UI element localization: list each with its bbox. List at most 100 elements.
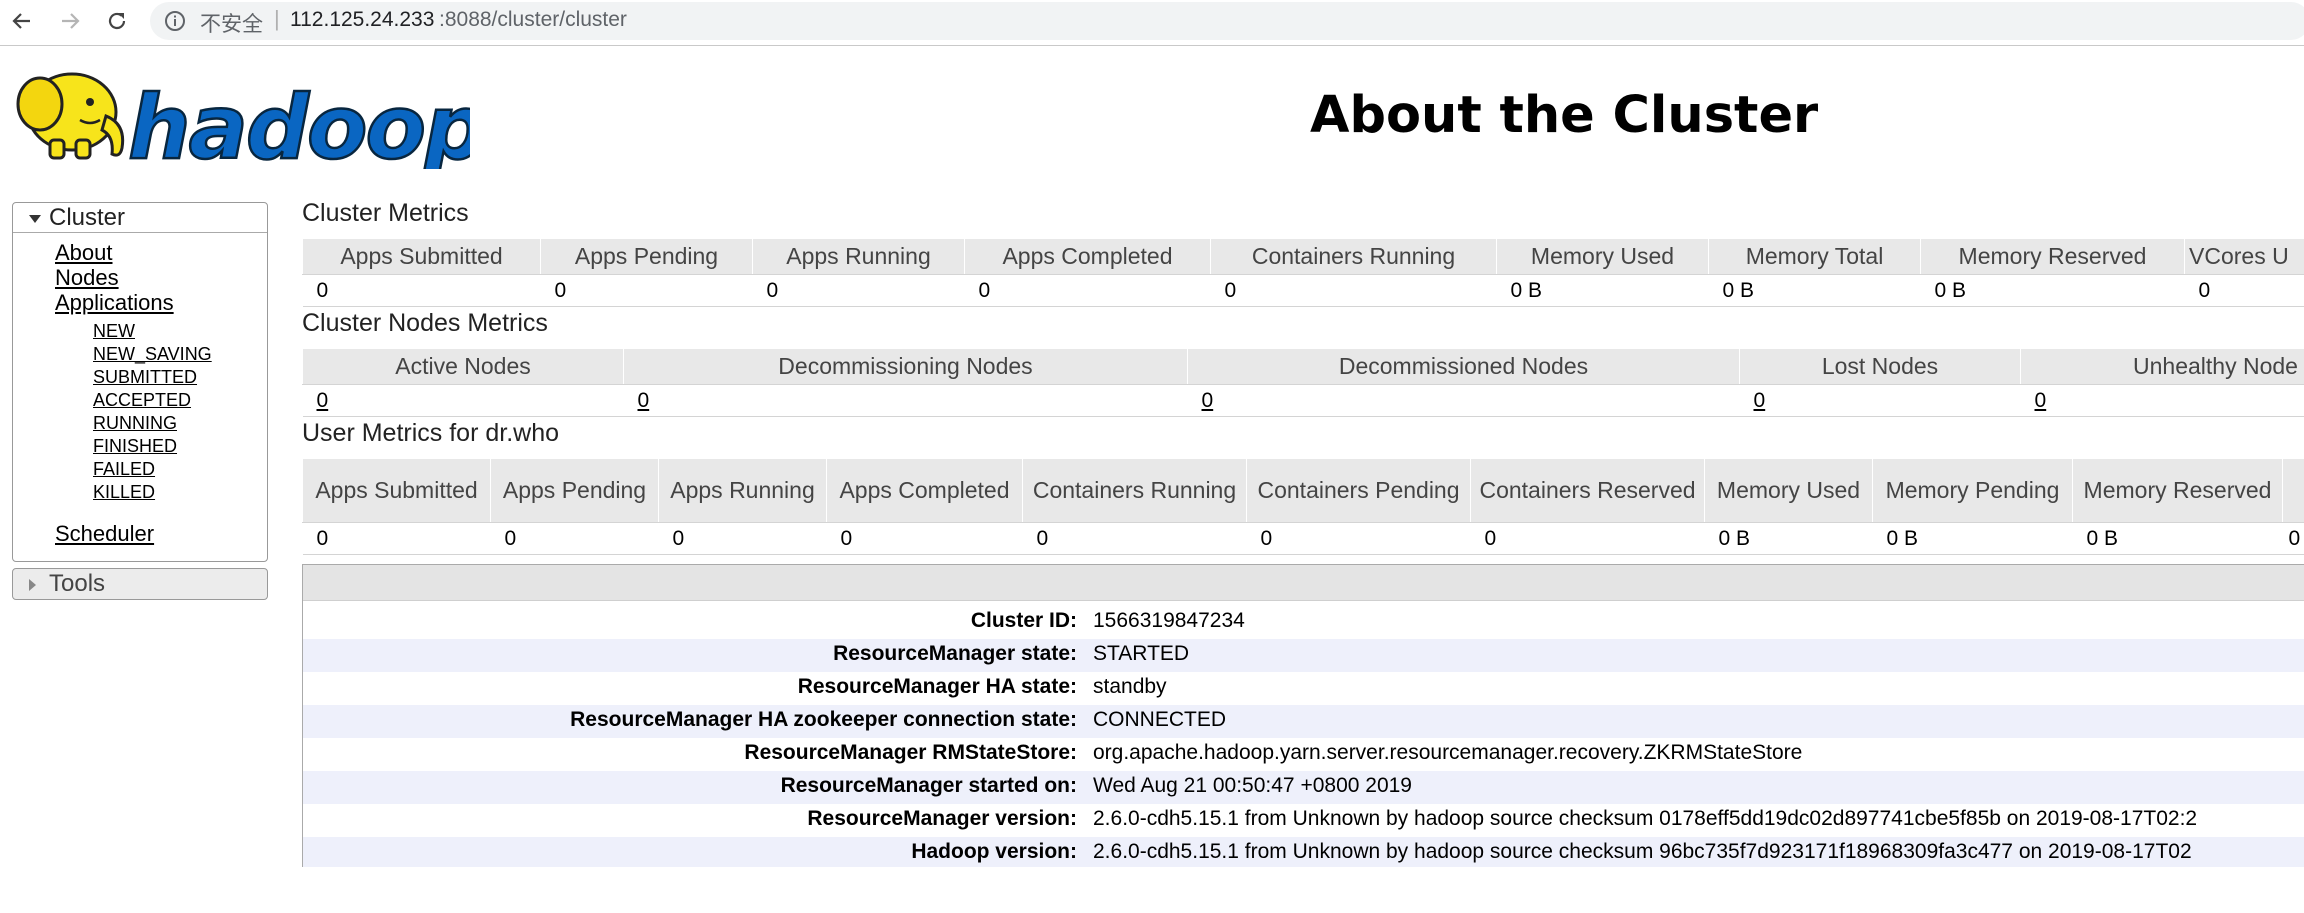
nav-app-state-link[interactable]: ACCEPTED xyxy=(93,390,191,411)
info-row: Hadoop version: 2.6.0-cdh5.15.1 from Unk… xyxy=(303,837,2304,867)
security-label: 不安全 xyxy=(200,13,263,36)
column-header: Apps Running xyxy=(658,458,827,523)
metric-value: 0 xyxy=(302,274,541,307)
info-label: ResourceManager HA state: xyxy=(797,675,1077,698)
address-bar[interactable]: 不安全 | 112.125.24.233 :8088/cluster/clust… xyxy=(150,2,2304,40)
page-title: About the Cluster xyxy=(1310,86,1819,145)
metric-value: 0 xyxy=(658,522,827,555)
info-row: ResourceManager version: 2.6.0-cdh5.15.1… xyxy=(303,804,2304,837)
column-header: Apps Pending xyxy=(490,458,659,523)
url-separator: | xyxy=(274,6,280,31)
decommissioned-nodes-link[interactable]: 0 xyxy=(1187,384,1740,417)
column-header: Decommissioning Nodes xyxy=(623,348,1188,385)
column-header: Lost Nodes xyxy=(1739,348,2021,385)
column-header: Apps Running xyxy=(752,238,965,275)
url-host: 112.125.24.233 xyxy=(290,8,435,31)
info-icon[interactable] xyxy=(164,10,186,32)
info-value: STARTED xyxy=(1093,642,1190,665)
metric-value: 0 xyxy=(490,522,659,555)
metric-value: 0 xyxy=(964,274,1211,307)
info-row: ResourceManager state: STARTED xyxy=(303,639,2304,672)
decommissioning-nodes-link[interactable]: 0 xyxy=(623,384,1188,417)
nav-tools-panel[interactable]: Tools xyxy=(12,568,268,600)
nav-app-state-link[interactable]: NEW xyxy=(93,321,135,342)
nav-applications-link[interactable]: Applications xyxy=(55,290,174,316)
unhealthy-nodes-link[interactable]: 0 xyxy=(2020,384,2304,417)
info-value: org.apache.hadoop.yarn.server.resourcema… xyxy=(1093,741,1803,764)
column-header: Containers Running xyxy=(1022,458,1247,523)
column-header: Memory Total xyxy=(1708,238,1921,275)
column-header: Memory Pending xyxy=(1872,458,2073,523)
node-metrics-table: Active Nodes Decommissioning Nodes Decom… xyxy=(302,348,2304,417)
metric-value: 0 B xyxy=(1496,274,1709,307)
lost-nodes-link[interactable]: 0 xyxy=(1739,384,2021,417)
info-label: ResourceManager RMStateStore: xyxy=(744,741,1077,764)
forward-button[interactable] xyxy=(52,3,88,39)
nav-app-state-link[interactable]: FAILED xyxy=(93,459,155,480)
logo-wordmark: hadoop xyxy=(128,76,470,169)
info-label: Cluster ID: xyxy=(970,609,1077,632)
column-header: Decommissioned Nodes xyxy=(1187,348,1740,385)
cluster-info-panel: Cluster ID: 1566319847234 ResourceManage… xyxy=(302,564,2304,867)
nav-app-state-link[interactable]: RUNNING xyxy=(93,413,177,434)
hadoop-logo: hadoop xyxy=(16,72,470,169)
browser-toolbar: 不安全 | 112.125.24.233 :8088/cluster/clust… xyxy=(0,0,2304,46)
column-header: Containers Reserved xyxy=(1470,458,1705,523)
nav-nodes-link[interactable]: Nodes xyxy=(55,265,119,291)
info-value: CONNECTED xyxy=(1093,708,1227,731)
column-header: Apps Submitted xyxy=(302,238,541,275)
metric-value: 0 B xyxy=(1872,522,2073,555)
nav-tools-header[interactable]: Tools xyxy=(13,569,267,599)
metric-value: 0 xyxy=(826,522,1023,555)
user-metrics-table: Apps Submitted Apps Pending Apps Running… xyxy=(302,458,2304,555)
column-header: Apps Pending xyxy=(540,238,753,275)
metric-value: 0 B xyxy=(1704,522,1873,555)
info-row: ResourceManager HA zookeeper connection … xyxy=(303,705,2304,738)
metric-value: 0 xyxy=(2282,522,2304,555)
nav-app-state-link[interactable]: KILLED xyxy=(93,482,155,503)
nav-cluster-panel: Cluster About Nodes Applications NEW NEW… xyxy=(12,202,268,562)
metric-value: 0 xyxy=(1470,522,1705,555)
nav-about-link[interactable]: About xyxy=(55,240,113,266)
metric-value: 0 xyxy=(540,274,753,307)
url-path: :8088/cluster/cluster xyxy=(439,8,627,31)
column-header: Memory Reserved xyxy=(1920,238,2185,275)
metric-value: 0 xyxy=(2184,274,2304,307)
column-header xyxy=(2282,458,2304,523)
info-value: standby xyxy=(1093,675,1167,698)
info-label: Hadoop version: xyxy=(911,840,1077,863)
nav-app-state-link[interactable]: NEW_SAVING xyxy=(93,344,212,365)
metric-value: 0 B xyxy=(1920,274,2185,307)
elephant-icon xyxy=(16,72,125,160)
expanded-arrow-icon xyxy=(29,215,41,223)
info-row: ResourceManager HA state: standby xyxy=(303,672,2304,705)
node-metrics-title: Cluster Nodes Metrics xyxy=(302,309,548,337)
metric-value: 0 xyxy=(1022,522,1247,555)
collapsed-arrow-icon xyxy=(29,579,36,591)
forward-arrow-icon xyxy=(62,13,80,29)
column-header: Memory Used xyxy=(1496,238,1709,275)
metric-value: 0 xyxy=(1210,274,1497,307)
column-header: Containers Running xyxy=(1210,238,1497,275)
info-label: ResourceManager HA zookeeper connection … xyxy=(570,708,1077,731)
nav-tools-label: Tools xyxy=(49,570,106,597)
column-header: Apps Completed xyxy=(964,238,1211,275)
active-nodes-link[interactable]: 0 xyxy=(302,384,624,417)
column-header: Unhealthy Node xyxy=(2020,348,2304,385)
back-arrow-icon xyxy=(12,13,30,29)
nav-scheduler-link[interactable]: Scheduler xyxy=(55,521,154,547)
back-button[interactable] xyxy=(4,3,40,39)
nav-cluster-header[interactable]: Cluster xyxy=(13,203,267,233)
nav-app-state-link[interactable]: FINISHED xyxy=(93,436,177,457)
info-value: 2.6.0-cdh5.15.1 from Unknown by hadoop s… xyxy=(1093,840,2192,863)
column-header: Active Nodes xyxy=(302,348,624,385)
metric-value: 0 xyxy=(302,522,491,555)
cluster-metrics-table: Apps Submitted Apps Pending Apps Running… xyxy=(302,238,2304,307)
cluster-info-header xyxy=(303,565,2304,601)
metric-value: 0 B xyxy=(2072,522,2283,555)
user-metrics-title: User Metrics for dr.who xyxy=(302,419,560,447)
nav-app-state-link[interactable]: SUBMITTED xyxy=(93,367,197,388)
cluster-metrics-title: Cluster Metrics xyxy=(302,199,469,227)
reload-button[interactable] xyxy=(99,3,135,39)
info-value: 2.6.0-cdh5.15.1 from Unknown by hadoop s… xyxy=(1093,807,2198,830)
